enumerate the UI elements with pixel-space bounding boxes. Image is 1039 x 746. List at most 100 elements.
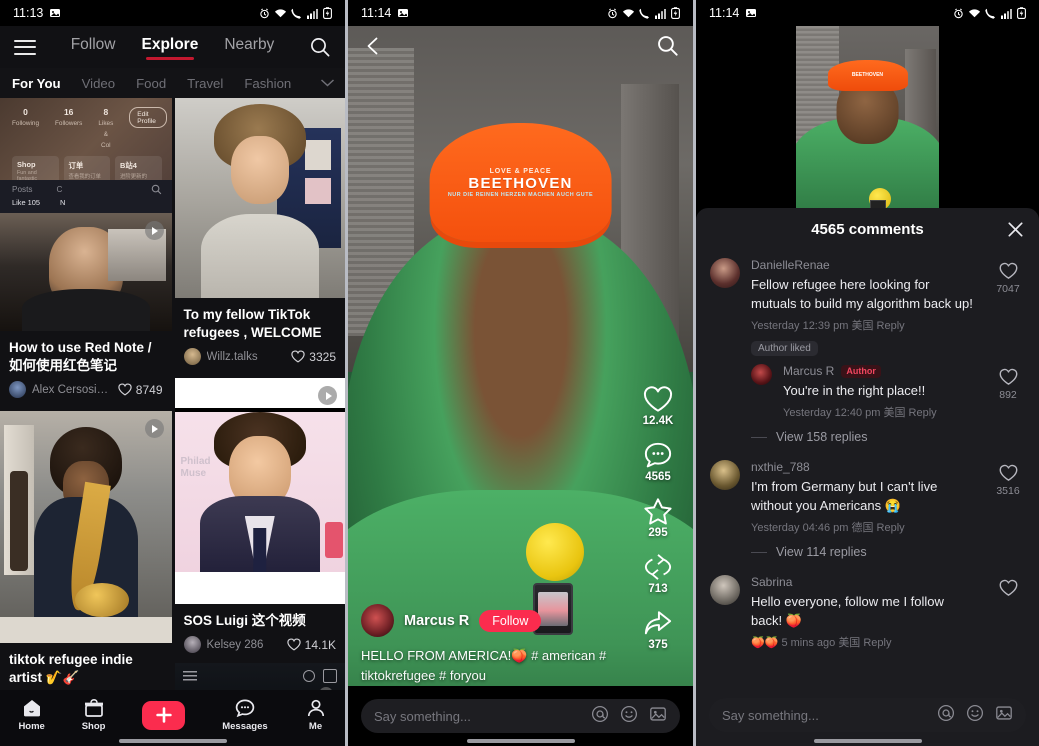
chip-fashion[interactable]: Fashion <box>244 76 291 91</box>
orange-cap: LOVE & PEACE BEETHOVEN NUR DIE REINEN HE… <box>429 123 612 242</box>
status-time: 11:13 <box>13 6 44 20</box>
avatar[interactable] <box>183 348 201 365</box>
explore-feed-grid: 0 Following 16 Followers 8 Likes & Col E… <box>0 98 345 746</box>
avatar[interactable] <box>183 636 201 653</box>
reply-username[interactable]: Marcus R Author <box>783 364 978 378</box>
comment-item[interactable]: DanielleRenae Fellow refugee here lookin… <box>696 250 1039 337</box>
reply-like[interactable]: 892 <box>989 364 1027 420</box>
back-chevron-icon[interactable] <box>362 35 384 62</box>
nav-home[interactable]: Home <box>18 698 45 732</box>
comment-item[interactable]: Sabrina Hello everyone, follow me I foll… <box>696 567 1039 654</box>
avatar[interactable] <box>9 381 26 398</box>
play-icon[interactable] <box>144 419 164 438</box>
comment-input[interactable]: Say something... <box>374 709 580 724</box>
image-icon[interactable] <box>649 705 667 728</box>
comment-like[interactable] <box>989 575 1027 650</box>
card-thumbnail[interactable] <box>174 98 345 298</box>
video-caption: HELLO FROM AMERICA!🍑 # american # tiktok… <box>361 648 607 683</box>
card-title: How to use Red Note / 如何使用红色笔记 <box>9 340 152 373</box>
search-icon[interactable] <box>151 184 162 197</box>
hamburger-icon[interactable] <box>14 39 36 55</box>
chevron-down-icon[interactable] <box>320 76 335 91</box>
subtab-like[interactable]: Like 105 <box>12 198 40 207</box>
card-username[interactable]: Kelsey 286 <box>207 639 281 651</box>
feed-card[interactable]: 0 Following 16 Followers 8 Likes & Col E… <box>0 98 172 408</box>
mention-icon[interactable] <box>937 704 955 727</box>
like-count[interactable]: 8749 <box>118 383 163 397</box>
search-icon[interactable] <box>309 36 331 58</box>
like-button[interactable]: 12.4K <box>643 385 673 427</box>
image-icon[interactable] <box>995 704 1013 727</box>
comment-username[interactable]: DanielleRenae <box>751 258 978 272</box>
chip-food[interactable]: Food <box>136 76 166 91</box>
profile-overlay-card: 0 Following 16 Followers 8 Likes & Col E… <box>0 98 172 185</box>
follow-button[interactable]: Follow <box>479 609 542 632</box>
like-count[interactable]: 14.1K <box>286 638 336 652</box>
repost-button[interactable]: 713 <box>643 553 673 595</box>
avatar[interactable] <box>710 258 740 288</box>
photo-icon <box>397 7 409 19</box>
search-icon[interactable] <box>656 34 679 62</box>
subtab-n[interactable]: N <box>60 198 65 207</box>
feed-card[interactable]: Philad Muse SOS Luigi 这个视频 Kelsey 286 14.… <box>174 378 345 707</box>
avatar[interactable] <box>751 364 772 385</box>
video-thumbnail-minimized[interactable]: BEETHOVEN <box>696 26 1039 216</box>
comment-username[interactable]: Sabrina <box>751 575 978 589</box>
avatar[interactable] <box>710 575 740 605</box>
card-thumbnail[interactable] <box>0 213 172 331</box>
three-phone-screenshots: 11:13 Follow Explore Nearby For You Vide… <box>0 0 1039 746</box>
feed-card[interactable]: To my fellow TikTok refugees , WELCOME W… <box>174 98 345 375</box>
comment-meta[interactable]: 🍑🍑 5 mins ago 美国 Reply <box>751 634 978 650</box>
chip-video[interactable]: Video <box>82 76 116 91</box>
chip-travel[interactable]: Travel <box>187 76 223 91</box>
emoji-icon[interactable] <box>620 705 638 728</box>
comment-like[interactable]: 3516 <box>989 460 1027 535</box>
emoji-icon[interactable] <box>966 704 984 727</box>
comment-username[interactable]: nxthie_788 <box>751 460 978 474</box>
comment-reply-item[interactable]: Marcus R Author You're in the right plac… <box>696 356 1039 424</box>
chip-for-you[interactable]: For You <box>12 76 61 91</box>
card-username[interactable]: Alex Cersosimo <box>32 384 112 396</box>
tab-explore[interactable]: Explore <box>141 36 198 60</box>
panel-comments: 11:14 BEETHOVEN 4565 comments DanielleRe… <box>696 0 1039 746</box>
comment-input-wrap[interactable]: Say something... <box>361 699 680 733</box>
profile-tab-collect[interactable]: C <box>56 185 62 194</box>
tab-nearby[interactable]: Nearby <box>224 36 274 58</box>
nav-messages[interactable]: Messages <box>222 698 268 732</box>
profile-tab-posts[interactable]: Posts <box>12 185 32 194</box>
status-time: 11:14 <box>709 6 740 20</box>
like-count[interactable]: 3325 <box>291 350 336 364</box>
comment-meta[interactable]: Yesterday 04:46 pm 德国 Reply <box>751 519 978 535</box>
favorite-button[interactable]: 295 <box>643 497 673 539</box>
feed-card[interactable]: tiktok refugee indie artist 🎷🎸 Emmanuel … <box>0 411 172 720</box>
card-thumbnail[interactable]: Philad Muse <box>174 378 345 604</box>
comment-like[interactable]: 7047 <box>989 258 1027 333</box>
comment-input[interactable]: Say something... <box>722 708 926 723</box>
view-replies-link[interactable]: View 158 replies <box>751 430 1039 444</box>
comment-meta[interactable]: Yesterday 12:39 pm 美国 Reply <box>751 317 978 333</box>
view-replies-link[interactable]: View 114 replies <box>751 545 1039 559</box>
avatar[interactable] <box>710 460 740 490</box>
card-thumbnail[interactable] <box>0 411 172 643</box>
tab-follow[interactable]: Follow <box>71 36 116 58</box>
video-caption-block: Marcus R Follow HELLO FROM AMERICA!🍑 # a… <box>348 604 693 686</box>
comment-item[interactable]: nxthie_788 I'm from Germany but I can't … <box>696 452 1039 539</box>
close-icon[interactable] <box>1006 220 1025 244</box>
photo-icon <box>49 7 61 19</box>
edit-profile-button[interactable]: Edit Profile <box>129 107 168 128</box>
home-indicator <box>466 739 575 743</box>
comment-input-wrap[interactable]: Say something... <box>709 698 1026 732</box>
mention-icon[interactable] <box>591 705 609 728</box>
avatar[interactable] <box>361 604 394 637</box>
author-name[interactable]: Marcus R <box>404 613 469 629</box>
comment-button[interactable]: 4565 <box>643 441 673 483</box>
play-icon[interactable] <box>318 386 337 405</box>
reply-meta[interactable]: Yesterday 12:40 pm 美国 Reply <box>783 404 978 420</box>
panel-video-player: LOVE & PEACE BEETHOVEN NUR DIE REINEN HE… <box>348 0 693 746</box>
create-post-button[interactable] <box>142 700 186 730</box>
nav-me[interactable]: Me <box>305 698 327 732</box>
reply-text: You're in the right place!! <box>783 383 926 398</box>
nav-shop[interactable]: Shop <box>82 698 105 732</box>
play-icon[interactable] <box>144 221 164 240</box>
card-username[interactable]: Willz.talks <box>207 351 286 363</box>
